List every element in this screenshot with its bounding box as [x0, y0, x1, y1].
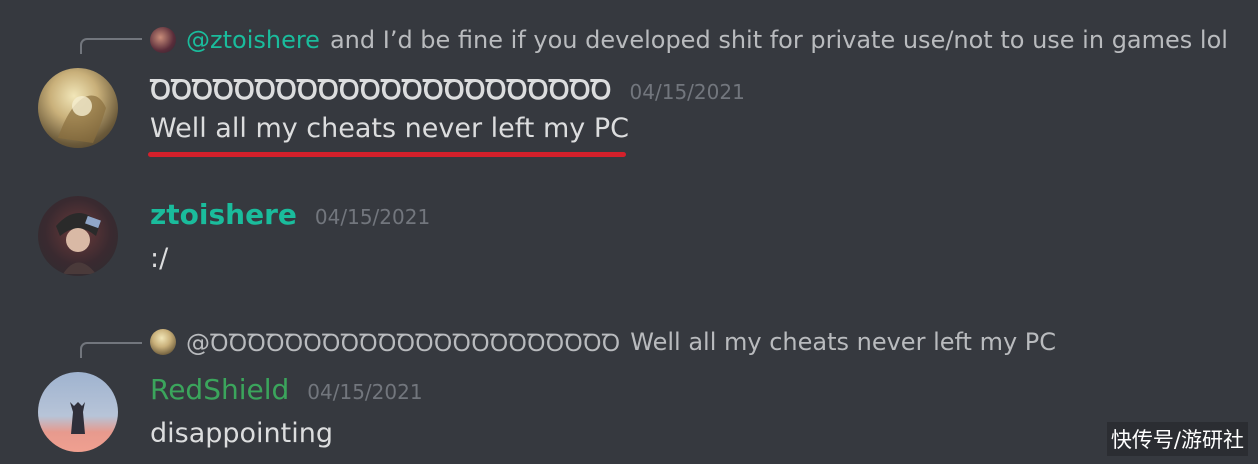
reply-text: Well all my cheats never left my PC — [630, 328, 1057, 356]
username[interactable]: ꝹꝹꝹꝹꝹꝹꝹꝹꝹꝹꝹꝹꝹꝹꝹꝹꝹꝹꝹꝹꝹꝹ — [150, 70, 612, 107]
avatar[interactable] — [38, 68, 118, 148]
avatar-art-icon — [58, 95, 106, 143]
message-text: :/ — [150, 243, 169, 274]
message-text: Well all my cheats never left my PC — [150, 113, 629, 144]
reply-avatar — [150, 329, 176, 355]
timestamp: 04/15/2021 — [307, 380, 423, 404]
reply-preview[interactable]: @ꝹꝹꝹꝹꝹꝹꝹꝹꝹꝹꝹꝹꝹꝹꝹꝹꝹꝹꝹꝹꝹꝹ Well all my chea… — [150, 326, 1056, 358]
reply-mention[interactable]: @ꝹꝹꝹꝹꝹꝹꝹꝹꝹꝹꝹꝹꝹꝹꝹꝹꝹꝹꝹꝹꝹꝹ — [186, 326, 620, 359]
reply-mention[interactable]: @ztoishere — [186, 26, 320, 54]
reply-connector — [80, 342, 142, 358]
avatar[interactable] — [38, 196, 118, 276]
message-text: disappointing — [150, 418, 334, 449]
timestamp: 04/15/2021 — [314, 205, 431, 229]
avatar-art-icon — [70, 402, 85, 434]
reply-connector — [80, 38, 142, 54]
red-underline-annotation — [148, 152, 626, 157]
watermark: 快传号/游研社 — [1106, 422, 1248, 456]
avatar-art-icon — [56, 212, 101, 274]
reply-avatar — [150, 27, 176, 53]
avatar[interactable] — [38, 372, 118, 452]
chat-area: @ztoishere and I’d be fine if you develo… — [0, 0, 1258, 464]
username[interactable]: ztoishere — [150, 198, 297, 231]
reply-preview[interactable]: @ztoishere and I’d be fine if you develo… — [150, 24, 1228, 56]
timestamp: 04/15/2021 — [629, 80, 745, 104]
reply-text: and I’d be fine if you developed shit fo… — [329, 26, 1228, 54]
username[interactable]: RedShield — [150, 373, 289, 406]
